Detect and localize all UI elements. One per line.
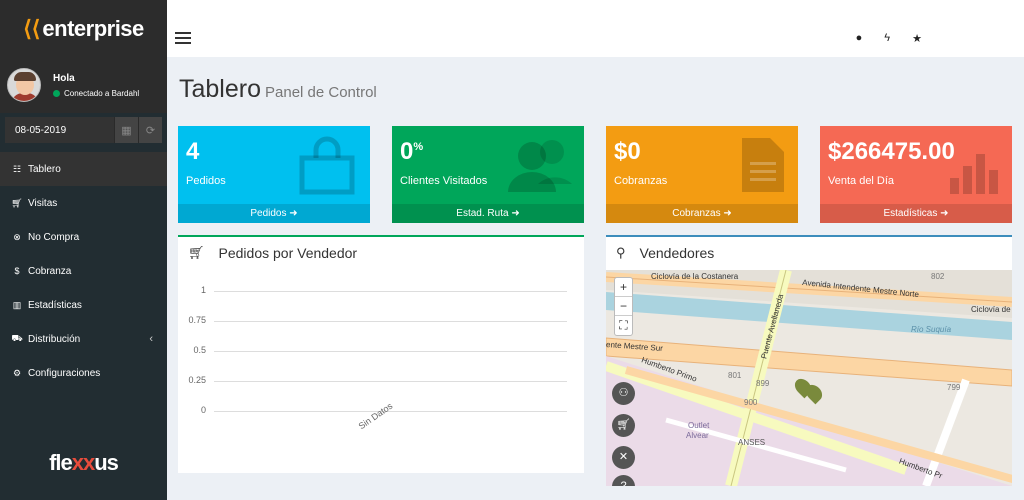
document-icon (740, 136, 786, 204)
chevron-left-icon: ‹ (149, 333, 153, 345)
sidebar-item-estadisticas[interactable]: ▥ Estadísticas (0, 288, 167, 322)
gridline (214, 381, 567, 382)
flexxus-logo: flexxus (49, 450, 119, 475)
no-purchase-filter-button[interactable]: ✕ (612, 446, 635, 469)
y-tick-label: 0.5 (193, 345, 206, 355)
stat-footer-link[interactable]: Estad. Ruta ➜ (392, 204, 584, 223)
stat-label: Clientes Visitados (400, 175, 488, 187)
header-icons: ● ϟ ★ (856, 32, 922, 45)
times-circle-icon: ⊗ (13, 231, 21, 242)
x-tick-label: Sin Datos (356, 400, 395, 432)
sidebar-item-label: Visitas (28, 197, 58, 209)
stat-box-cobranzas: $0 Cobranzas Cobranzas ➜ (606, 126, 798, 223)
stat-value: $266475.00 (828, 138, 955, 165)
stat-label: Pedidos (186, 175, 226, 187)
y-tick-label: 0 (200, 405, 206, 415)
main-content: Tablero Panel de Control 4 Pedidos Pedido… (167, 57, 1024, 500)
cart-filter-button[interactable]: 🛒︎ (612, 414, 635, 437)
calendar-icon[interactable]: ▦ (114, 117, 138, 143)
date-picker: 08-05-2019 ▦ ⟳ (5, 117, 162, 143)
stat-box-ventas: $266475.00 Venta del Día Estadísticas ➜ (820, 126, 1012, 223)
enterprise-logo-icon: ⟨⟨ (23, 15, 41, 41)
sidebar-item-no-compra[interactable]: ⊗ No Compra (0, 220, 167, 254)
stat-footer-link[interactable]: Pedidos ➜ (178, 204, 370, 223)
sidebar-item-configuraciones[interactable]: ⚙ Configuraciones (0, 356, 167, 390)
arrow-circle-right-icon: ➜ (723, 208, 732, 219)
gridline (214, 321, 567, 322)
sidebar-item-label: Cobranza (28, 265, 72, 277)
y-tick-label: 1 (200, 285, 206, 295)
menu-toggle-icon[interactable] (175, 32, 191, 44)
sidebar-menu: ☷ Tablero 🛒︎ Visitas ⊗ No Compra $ Cobra… (0, 152, 167, 390)
stat-label: Cobranzas (614, 175, 668, 187)
zoom-in-button[interactable]: + (615, 278, 632, 297)
bolt-icon[interactable]: ϟ (884, 32, 890, 45)
orders-by-seller-panel: 🛒︎ Pedidos por Vendedor 1 0.75 0.5 0.25 0 Sin… (178, 235, 584, 473)
sidebar-item-label: Configuraciones (28, 367, 101, 379)
page-subtitle: Panel de Control (265, 84, 377, 101)
stat-box-pedidos: 4 Pedidos Pedidos ➜ (178, 126, 370, 223)
zoom-controls: + − ⛶ (614, 277, 633, 336)
arrow-circle-right-icon: ➜ (289, 208, 298, 219)
star-icon[interactable]: ★ (912, 32, 922, 45)
sidebar-item-label: Tablero (28, 163, 61, 175)
panel-title: Vendedores (639, 245, 715, 261)
stat-value: $0 (614, 138, 641, 165)
page-title: Tablero Panel de Control (179, 75, 377, 103)
panel-title: Pedidos por Vendedor (218, 245, 358, 261)
sellers-map[interactable]: Ciclovía de la Costanera Avenida Intende… (606, 270, 1012, 486)
user-panel: Hola Conectado a Bardahl (0, 57, 167, 113)
user-status: Conectado a Bardahl (53, 89, 139, 98)
bar-chart-icon (950, 146, 1000, 204)
brand-logo-text: enterprise (42, 15, 144, 41)
sidebar-item-tablero[interactable]: ☷ Tablero (0, 152, 167, 186)
sellers-map-panel: ⚲ Vendedores Ciclovía de la Costanera Av… (606, 235, 1012, 486)
dollar-icon: $ (14, 266, 20, 276)
comment-icon[interactable]: ● (856, 32, 863, 45)
sidebar-item-label: No Compra (28, 231, 80, 243)
fullscreen-icon[interactable]: ⛶ (615, 316, 632, 335)
cart-icon: 🛒︎ (11, 197, 23, 208)
arrow-circle-right-icon: ➜ (940, 208, 949, 219)
bar-chart-icon: ▥ (12, 299, 22, 310)
shopping-bag-icon (296, 136, 358, 206)
user-status-text: Conectado a Bardahl (64, 88, 140, 98)
y-tick-label: 0.75 (188, 315, 206, 325)
group-users-button[interactable]: ⚇ (612, 382, 635, 405)
gear-icon: ⚙ (12, 367, 22, 378)
sidebar-item-label: Distribución (28, 333, 81, 345)
orders-chart: 1 0.75 0.5 0.25 0 Sin Datos (178, 271, 584, 461)
zoom-out-button[interactable]: − (615, 297, 632, 316)
map-marker-icon: ⚲ (616, 245, 626, 260)
stat-footer-link[interactable]: Estadísticas ➜ (820, 204, 1012, 223)
gridline (214, 291, 567, 292)
stat-value: 4 (186, 138, 200, 165)
y-tick-label: 0.25 (188, 375, 206, 385)
refresh-icon[interactable]: ⟳ (138, 117, 162, 143)
arrow-circle-right-icon: ➜ (511, 208, 520, 219)
cart-icon: 🛒︎ (188, 245, 205, 260)
user-greeting: Hola (53, 72, 75, 84)
online-status-icon (53, 89, 60, 97)
sidebar-item-distribucion[interactable]: ⛟ Distribución ‹ (0, 322, 167, 356)
stat-box-clientes: 0% Clientes Visitados Estad. Ruta ➜ (392, 126, 584, 223)
gridline (214, 351, 567, 352)
sidebar-item-label: Estadísticas (28, 299, 82, 311)
stat-footer-link[interactable]: Cobranzas ➜ (606, 204, 798, 223)
users-icon (508, 136, 572, 204)
sidebar-item-cobranza[interactable]: $ Cobranza (0, 254, 167, 288)
stat-value: 0% (400, 138, 424, 165)
truck-icon: ⛟ (11, 333, 23, 343)
sidebar-item-visitas[interactable]: 🛒︎ Visitas (0, 186, 167, 220)
sidebar: ⟨⟨ enterprise Hola Conectado a Bardahl 0… (0, 0, 167, 500)
avatar (7, 68, 41, 102)
brand-logo[interactable]: ⟨⟨ enterprise (0, 0, 167, 57)
date-input[interactable]: 08-05-2019 (5, 117, 114, 143)
stat-label: Venta del Día (828, 175, 895, 187)
table-icon: ☷ (12, 163, 22, 174)
top-header: ● ϟ ★ (167, 0, 1024, 57)
